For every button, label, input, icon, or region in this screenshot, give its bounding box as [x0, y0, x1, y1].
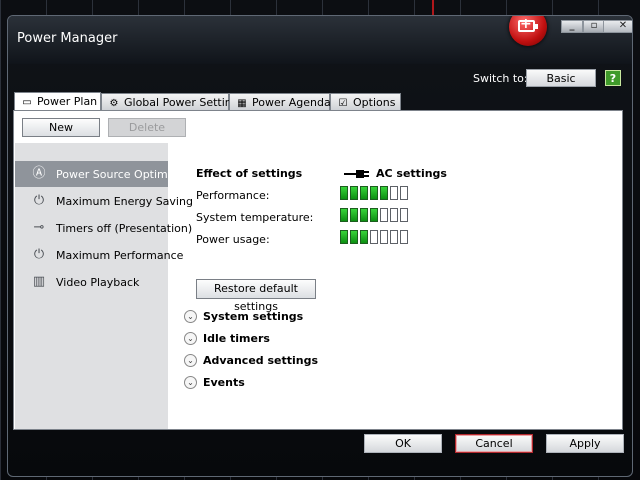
power-icon: ⏻ [33, 193, 45, 208]
plan-item-maximum-performance[interactable]: ⏻ Maximum Performance [15, 242, 184, 268]
meter-segment-empty [400, 208, 408, 222]
section-label: Advanced settings [203, 354, 319, 367]
help-icon[interactable]: ? [605, 70, 621, 86]
switch-to-label: Switch to: [473, 72, 528, 85]
plan-item-maximum-energy-saving[interactable]: ⏻ Maximum Energy Saving [15, 188, 193, 214]
meter-segment-filled [350, 230, 358, 244]
meter-segment-empty [400, 230, 408, 244]
meter-segment-filled [360, 230, 368, 244]
tab-power-plan[interactable]: ▭ Power Plan [14, 92, 101, 111]
maximize-button[interactable]: ▫ [583, 20, 605, 33]
plan-label: Timers off (Presentation) [56, 222, 193, 235]
meter-segment-filled [340, 208, 348, 222]
apply-button[interactable]: Apply [546, 434, 624, 453]
tab-label: Power Agendas [252, 96, 337, 109]
chevron-down-icon: ⌄ [184, 376, 197, 389]
plan-label: Maximum Energy Saving [56, 195, 193, 208]
meter-segment-empty [370, 230, 378, 244]
meter-segment-filled [360, 186, 368, 200]
tab-label: Power Plan [37, 95, 98, 108]
chevron-down-icon: ⌄ [184, 332, 197, 345]
plan-label: Video Playback [56, 276, 140, 289]
plan-item-video-playback[interactable]: ▥ Video Playback [15, 269, 168, 295]
tab-label: Global Power Settings [124, 96, 245, 109]
ac-plug-icon [344, 169, 370, 179]
plan-item-power-source-optimized[interactable]: Ⓐ Power Source Optimized [15, 161, 190, 187]
section-label: Events [203, 376, 245, 389]
meter-segment-empty [380, 208, 388, 222]
meter-segment-filled [360, 208, 368, 222]
close-button[interactable]: ✕ [603, 20, 632, 33]
close-icon: ✕ [618, 20, 628, 31]
window-title: Power Manager [17, 31, 118, 46]
minimize-button[interactable]: _ [561, 20, 583, 33]
meter-segment-filled [370, 186, 378, 200]
chevron-down-icon: ⌄ [184, 310, 197, 323]
meter-segment-filled [370, 208, 378, 222]
basic-mode-button[interactable]: Basic [526, 69, 596, 87]
effect-of-settings-heading: Effect of settings [196, 167, 303, 180]
tab-label: Options [353, 96, 396, 109]
projector-icon: ⊸ [33, 220, 45, 235]
tab-global-power-settings[interactable]: ⚙ Global Power Settings [101, 93, 244, 110]
meter-segment-filled [350, 186, 358, 200]
title-bar: Power Manager + _ ▫ ✕ [8, 16, 632, 64]
power-usage-label: Power usage: [196, 233, 270, 246]
power-manager-window: Power Manager + _ ▫ ✕ Switch to: Basic ?… [7, 15, 633, 477]
auto-icon: Ⓐ [32, 166, 46, 181]
meter-segment-empty [390, 230, 398, 244]
performance-label: Performance: [196, 189, 270, 202]
film-icon: ▥ [32, 274, 46, 289]
chevron-down-icon: ⌄ [184, 354, 197, 367]
meter-segment-filled [340, 230, 348, 244]
plan-label: Maximum Performance [56, 249, 184, 262]
document-icon: ▭ [22, 97, 32, 108]
battery-icon: + [509, 16, 547, 46]
ac-settings-label: AC settings [376, 167, 447, 180]
meter-segment-filled [350, 208, 358, 222]
restore-defaults-button[interactable]: Restore default settings [196, 279, 316, 313]
meter-segment-empty [390, 208, 398, 222]
tab-power-agendas[interactable]: ▦ Power Agendas [229, 93, 336, 110]
tab-options[interactable]: ☑ Options [330, 93, 401, 110]
plan-label: Power Source Optimized [56, 168, 191, 181]
cancel-button[interactable]: Cancel [455, 434, 533, 453]
section-label: Idle timers [203, 332, 270, 345]
meter-segment-filled [380, 186, 388, 200]
plan-list: Ⓐ Power Source Optimized ⏻ Maximum Energy … [15, 143, 193, 429]
delete-plan-button[interactable]: Delete [108, 118, 186, 137]
power-plan-panel: New Delete Ⓐ Power Source Optimized ⏻ Maxi… [13, 110, 623, 430]
meter-segment-empty [380, 230, 388, 244]
section-label: System settings [203, 310, 304, 323]
meter-segment-empty [390, 186, 398, 200]
plan-item-timers-off[interactable]: ⊸ Timers off (Presentation) [15, 215, 193, 241]
new-plan-button[interactable]: New [22, 118, 100, 137]
meter-segment-filled [340, 186, 348, 200]
power-icon: ⏻ [33, 247, 45, 262]
ok-button[interactable]: OK [364, 434, 442, 453]
system-temperature-label: System temperature: [196, 211, 314, 224]
meter-segment-empty [400, 186, 408, 200]
